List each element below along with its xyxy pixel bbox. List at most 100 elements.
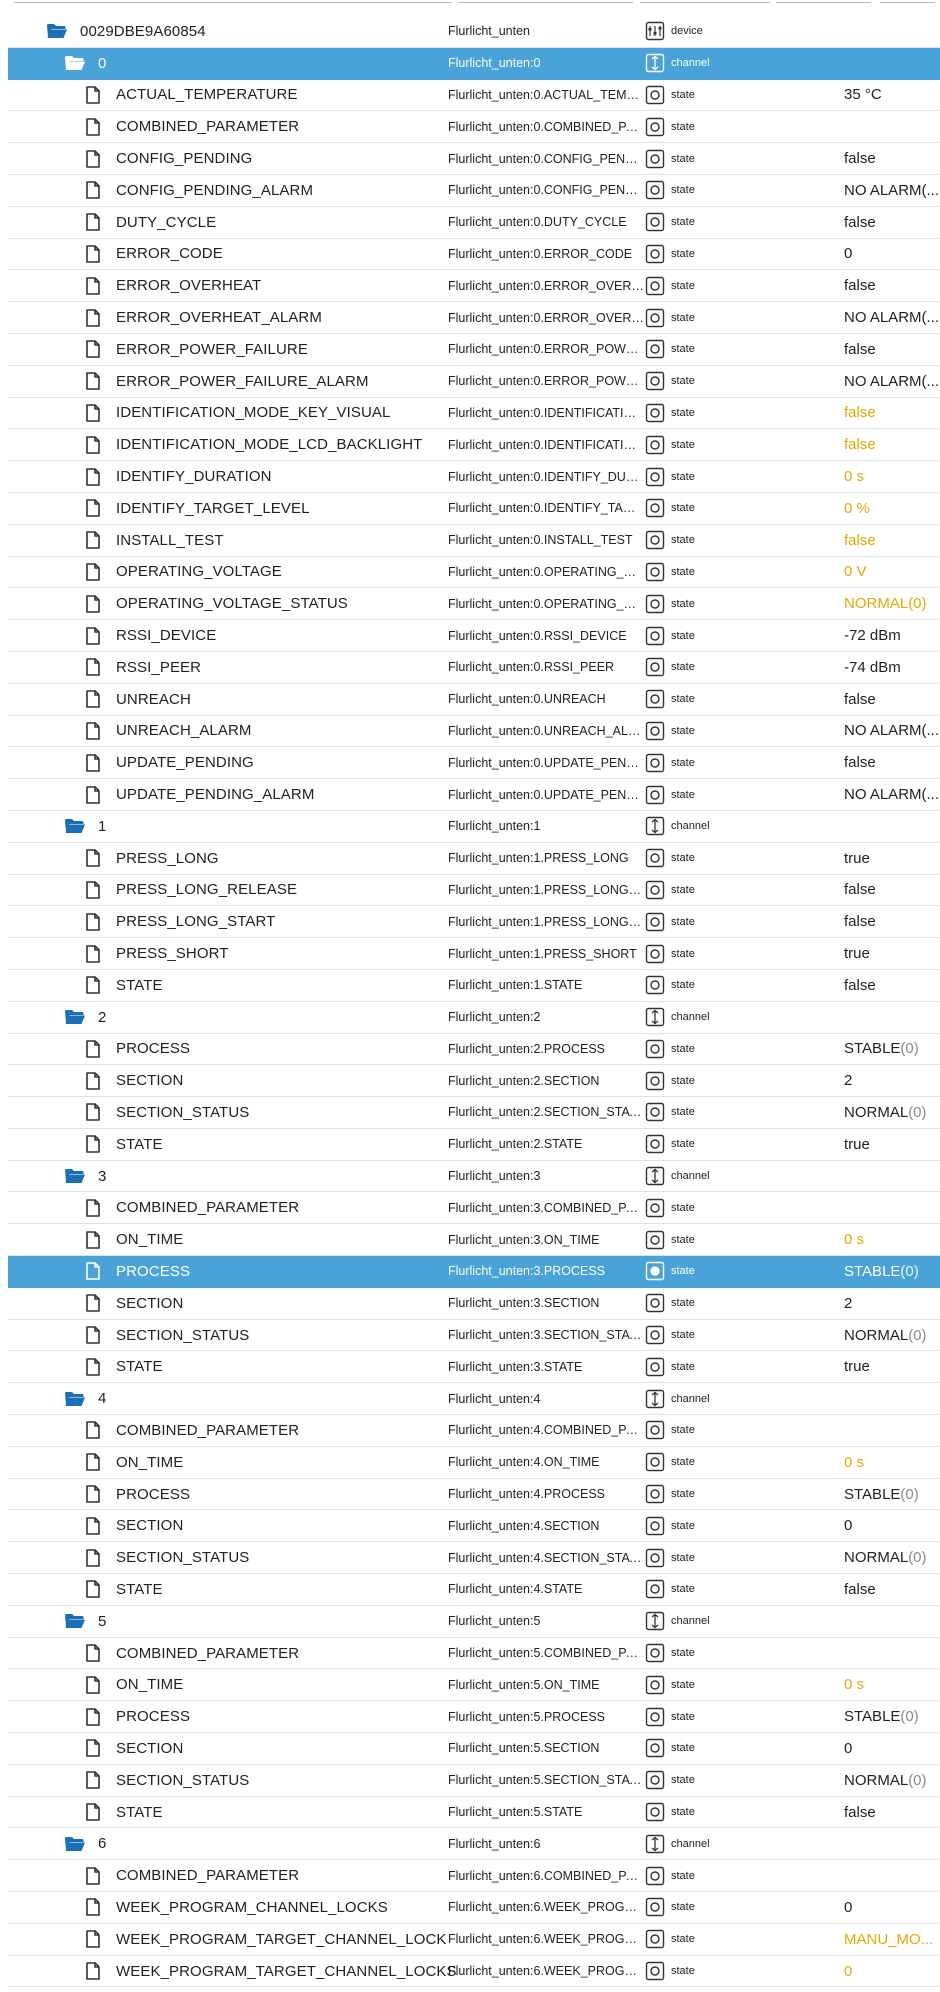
tree-state-row[interactable]: UNREACH_ALARM Flurlicht_unten:0.UNREACH_A… <box>8 716 940 748</box>
row-value[interactable]: STABLE (0) <box>844 1701 940 1732</box>
tree-state-row[interactable]: PROCESS Flurlicht_unten:3.PROCESS state STA… <box>8 1256 940 1288</box>
folder-open-icon[interactable] <box>64 1390 86 1408</box>
tree-state-row[interactable]: COMBINED_PARAMETER Flurlicht_unten:3.COMB… <box>8 1192 940 1225</box>
tree-folder-row[interactable]: 0029DBE9A60854 Flurlicht_unten device <box>8 16 940 48</box>
column-resizer-type[interactable] <box>640 2 770 5</box>
row-value[interactable]: 0 V <box>844 557 940 588</box>
row-value[interactable]: false <box>844 1797 940 1828</box>
tree-folder-row[interactable]: 0 Flurlicht_unten:0 channel <box>8 47 940 80</box>
row-value[interactable]: 0 % <box>844 493 940 524</box>
tree-state-row[interactable]: SECTION_STATUS Flurlicht_unten:4.SECTION_… <box>8 1542 940 1575</box>
tree-folder-row[interactable]: 6 Flurlicht_unten:6 channel <box>8 1828 940 1861</box>
tree-state-row[interactable]: STATE Flurlicht_unten:4.STATE state false <box>8 1574 940 1606</box>
tree-state-row[interactable]: SECTION Flurlicht_unten:4.SECTION state 0 <box>8 1510 940 1543</box>
tree-state-row[interactable]: ON_TIME Flurlicht_unten:5.ON_TIME state 0 s <box>8 1669 940 1702</box>
row-value[interactable]: true <box>844 843 940 874</box>
row-value[interactable]: NORMAL (0) <box>844 1097 940 1128</box>
tree-state-row[interactable]: ERROR_CODE Flurlicht_unten:0.ERROR_CODE st… <box>8 239 940 271</box>
row-value[interactable]: false <box>844 270 940 301</box>
tree-state-row[interactable]: SECTION Flurlicht_unten:5.SECTION state 0 <box>8 1733 940 1765</box>
tree-state-row[interactable]: PRESS_LONG_START Flurlicht_unten:1.PRESS_… <box>8 906 940 939</box>
tree-folder-row[interactable]: 5 Flurlicht_unten:5 channel <box>8 1606 940 1638</box>
tree-state-row[interactable]: UNREACH Flurlicht_unten:0.UNREACH state fal… <box>8 684 940 716</box>
tree-state-row[interactable]: WEEK_PROGRAM_TARGET_CHANNEL_LOCK Flurlich… <box>8 1924 940 1956</box>
row-value[interactable]: STABLE (0) <box>844 1479 940 1510</box>
tree-state-row[interactable]: PRESS_LONG_RELEASE Flurlicht_unten:1.PRES… <box>8 875 940 907</box>
row-value[interactable]: 0 s <box>844 461 940 492</box>
row-value[interactable]: false <box>844 525 940 556</box>
tree-state-row[interactable]: ON_TIME Flurlicht_unten:3.ON_TIME state 0 s <box>8 1224 940 1257</box>
row-value[interactable]: NO ALARM(... <box>844 779 940 810</box>
tree-state-row[interactable]: OPERATING_VOLTAGE_STATUS Flurlicht_unten:… <box>8 588 940 621</box>
tree-state-row[interactable]: DUTY_CYCLE Flurlicht_unten:0.DUTY_CYCLE st… <box>8 207 940 239</box>
tree-state-row[interactable]: UPDATE_PENDING_ALARM Flurlicht_unten:0.UP… <box>8 779 940 811</box>
row-value[interactable]: false <box>844 1574 940 1605</box>
tree-state-row[interactable]: STATE Flurlicht_unten:2.STATE state true <box>8 1129 940 1161</box>
tree-state-row[interactable]: COMBINED_PARAMETER Flurlicht_unten:6.COMB… <box>8 1860 940 1893</box>
folder-open-icon[interactable] <box>64 54 86 72</box>
row-value[interactable]: false <box>844 970 940 1001</box>
row-value[interactable]: false <box>844 398 940 429</box>
row-value[interactable]: false <box>844 875 940 906</box>
row-value[interactable]: 0 <box>844 239 940 270</box>
row-value[interactable]: 0 s <box>844 1224 940 1255</box>
tree-state-row[interactable]: ERROR_POWER_FAILURE_ALARM Flurlicht_unten… <box>8 366 940 398</box>
row-value[interactable]: NORMAL (0) <box>844 588 940 619</box>
tree-state-row[interactable]: STATE Flurlicht_unten:1.STATE state false <box>8 970 940 1002</box>
row-value[interactable]: false <box>844 684 940 715</box>
tree-state-row[interactable]: INSTALL_TEST Flurlicht_unten:0.INSTALL_TE… <box>8 525 940 557</box>
tree-state-row[interactable]: IDENTIFICATION_MODE_KEY_VISUAL Flurlicht_… <box>8 398 940 430</box>
tree-state-row[interactable]: PROCESS Flurlicht_unten:4.PROCESS state STA… <box>8 1479 940 1511</box>
row-value[interactable]: false <box>844 143 940 174</box>
row-value[interactable]: STABLE (0) <box>844 1256 940 1287</box>
row-value[interactable]: NORMAL (0) <box>844 1765 940 1796</box>
folder-open-icon[interactable] <box>64 1612 86 1630</box>
tree-state-row[interactable]: RSSI_PEER Flurlicht_unten:0.RSSI_PEER stat… <box>8 652 940 684</box>
tree-state-row[interactable]: ON_TIME Flurlicht_unten:4.ON_TIME state 0 s <box>8 1447 940 1479</box>
tree-state-row[interactable]: WEEK_PROGRAM_CHANNEL_LOCKS Flurlicht_unte… <box>8 1892 940 1924</box>
column-resizer-name[interactable] <box>14 2 452 5</box>
tree-state-row[interactable]: CONFIG_PENDING_ALARM Flurlicht_unten:0.CO… <box>8 175 940 207</box>
tree-state-row[interactable]: STATE Flurlicht_unten:3.STATE state true <box>8 1351 940 1384</box>
tree-state-row[interactable]: PRESS_LONG Flurlicht_unten:1.PRESS_LONG st… <box>8 843 940 875</box>
row-value[interactable]: true <box>844 1351 940 1382</box>
tree-state-row[interactable]: STATE Flurlicht_unten:5.STATE state false <box>8 1797 940 1829</box>
row-value[interactable]: 0 <box>844 1892 940 1923</box>
column-resizer-id[interactable] <box>458 2 633 5</box>
row-value[interactable]: 35 °C <box>844 80 940 111</box>
row-value[interactable]: 0 <box>844 1510 940 1541</box>
row-value[interactable]: NO ALARM(... <box>844 366 940 397</box>
row-value[interactable]: NO ALARM(... <box>844 175 940 206</box>
row-value[interactable]: NORMAL (0) <box>844 1320 940 1351</box>
tree-state-row[interactable]: PRESS_SHORT Flurlicht_unten:1.PRESS_SHORT… <box>8 938 940 970</box>
tree-state-row[interactable]: OPERATING_VOLTAGE Flurlicht_unten:0.OPERA… <box>8 557 940 589</box>
row-value[interactable]: -74 dBm <box>844 652 940 683</box>
tree-folder-row[interactable]: 4 Flurlicht_unten:4 channel <box>8 1383 940 1416</box>
row-value[interactable]: 2 <box>844 1065 940 1096</box>
row-value[interactable]: true <box>844 938 940 969</box>
tree-folder-row[interactable]: 2 Flurlicht_unten:2 channel <box>8 1002 940 1034</box>
row-value[interactable]: 0 s <box>844 1669 940 1700</box>
tree-state-row[interactable]: IDENTIFY_TARGET_LEVEL Flurlicht_unten:0.I… <box>8 493 940 525</box>
tree-state-row[interactable]: IDENTIFICATION_MODE_LCD_BACKLIGHT Flurlic… <box>8 429 940 462</box>
tree-folder-row[interactable]: 3 Flurlicht_unten:3 channel <box>8 1161 940 1193</box>
folder-open-icon[interactable] <box>64 1167 86 1185</box>
tree-state-row[interactable]: COMBINED_PARAMETER Flurlicht_unten:5.COMB… <box>8 1638 940 1670</box>
column-resizer-value[interactable] <box>880 2 935 5</box>
row-value[interactable]: NO ALARM(... <box>844 716 940 747</box>
folder-open-icon[interactable] <box>64 1835 86 1853</box>
tree-folder-row[interactable]: 1 Flurlicht_unten:1 channel <box>8 811 940 843</box>
row-value[interactable]: false <box>844 906 940 937</box>
tree-state-row[interactable]: COMBINED_PARAMETER Flurlicht_unten:0.COMB… <box>8 111 940 144</box>
row-value[interactable]: NORMAL (0) <box>844 1542 940 1573</box>
row-value[interactable]: 0 s <box>844 1447 940 1478</box>
row-value[interactable]: NO ALARM(... <box>844 302 940 333</box>
row-value[interactable]: true <box>844 1129 940 1160</box>
tree-state-row[interactable]: IDENTIFY_DURATION Flurlicht_unten:0.IDENT… <box>8 461 940 493</box>
column-resizer-role[interactable] <box>776 2 871 5</box>
tree-state-row[interactable]: ERROR_OVERHEAT Flurlicht_unten:0.ERROR_OV… <box>8 270 940 303</box>
tree-state-row[interactable]: PROCESS Flurlicht_unten:2.PROCESS state STA… <box>8 1034 940 1066</box>
row-value[interactable]: false <box>844 207 940 238</box>
tree-state-row[interactable]: ERROR_POWER_FAILURE Flurlicht_unten:0.ERR… <box>8 334 940 366</box>
row-value[interactable]: -72 dBm <box>844 620 940 651</box>
